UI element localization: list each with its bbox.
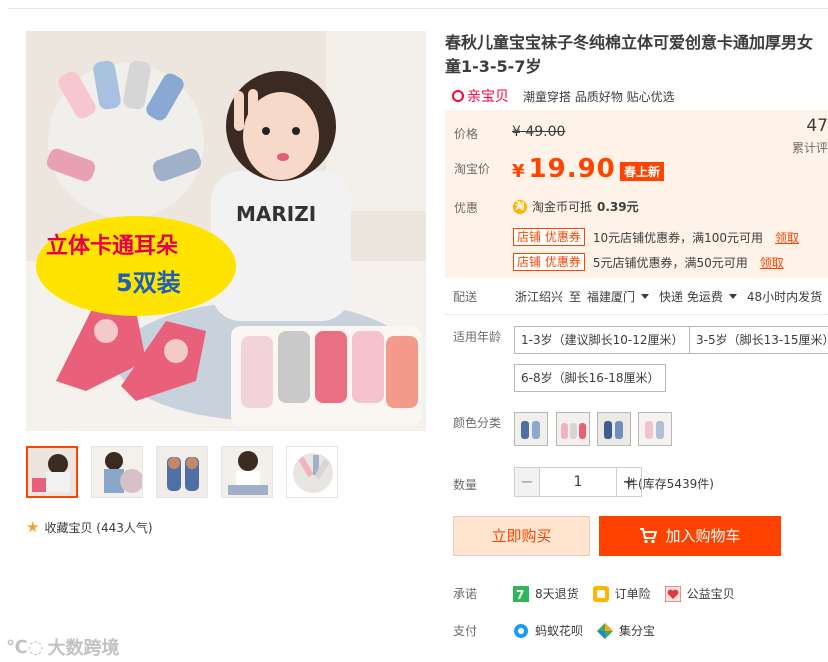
svg-text:7: 7 <box>516 588 524 602</box>
chevron-down-icon[interactable] <box>728 294 737 299</box>
payment-label: 支付 <box>453 624 478 638</box>
sales-label: 累计评 <box>791 141 828 155</box>
jifenbao-icon <box>597 622 614 639</box>
taobao-price-value: 19.90 <box>528 154 616 184</box>
watermark: ℃◌ 大数跨境 <box>6 634 120 660</box>
ship-timing: 48小时内发货 <box>746 290 823 304</box>
thumbnail-5[interactable] <box>286 446 338 498</box>
add-to-cart-button[interactable]: 加入购物车 <box>599 516 781 556</box>
buy-now-button[interactable]: 立即购买 <box>453 516 590 556</box>
sales-count: 47 <box>806 116 828 136</box>
thumbnail-3[interactable] <box>156 446 208 498</box>
thumbnail-1[interactable] <box>26 446 78 498</box>
charity-label: 公益宝贝 <box>686 587 735 601</box>
brand-tags: 亲宝贝 潮童穿搭 品质好物 贴心优选 <box>452 86 675 106</box>
age-option-1[interactable]: 1-3岁（建议脚长10-12厘米） <box>514 326 691 354</box>
thumbnail-4[interactable] <box>221 446 273 498</box>
claim-coupon-link[interactable]: 领取 <box>775 229 799 246</box>
promo-count: 5双装 <box>116 269 181 297</box>
order-insurance-label: 订单险 <box>614 587 651 601</box>
promo-text: 立体卡通耳朵 <box>46 233 178 259</box>
jifenbao-label: 集分宝 <box>619 624 656 638</box>
chevron-down-icon[interactable] <box>641 294 650 299</box>
original-price: ¥ 49.00 <box>512 124 566 140</box>
quantity-input[interactable]: 1 <box>540 467 616 497</box>
delivery-from: 浙江绍兴 <box>515 290 564 304</box>
return-policy[interactable]: 7 8天退货 <box>513 585 579 602</box>
add-to-cart-label: 加入购物车 <box>665 527 741 545</box>
color-label: 颜色分类 <box>453 416 502 430</box>
payment-row: 支付 蚂蚁花呗 集分宝 <box>453 622 669 639</box>
shop-coupon-tag: 店铺 优惠券 <box>513 253 585 271</box>
thumbnail-strip <box>26 446 338 498</box>
order-insurance[interactable]: 订单险 <box>592 585 651 602</box>
age-option-2[interactable]: 3-5岁（脚长13-15厘米） <box>689 326 828 354</box>
delivery-label: 配送 <box>453 290 478 304</box>
coin-icon: 淘 <box>513 199 527 214</box>
quantity-decrease-button[interactable]: − <box>514 467 540 497</box>
delivery-destination[interactable]: 福建厦门 <box>587 288 635 305</box>
star-icon: ★ <box>26 518 40 536</box>
top-divider <box>8 8 828 9</box>
search-icon <box>452 90 464 102</box>
color-option-1[interactable] <box>514 412 548 446</box>
original-price-label: 价格 <box>454 127 479 141</box>
quantity-stepper: − 1 + <box>514 467 642 497</box>
charity-item[interactable]: 公益宝贝 <box>664 585 735 602</box>
charity-heart-icon <box>664 585 681 602</box>
jifenbao-payment[interactable]: 集分宝 <box>597 622 655 639</box>
huabei-payment[interactable]: 蚂蚁花呗 <box>513 622 583 639</box>
currency-symbol: ¥ <box>512 161 525 182</box>
color-option-3[interactable] <box>597 412 631 446</box>
product-title: 春秋儿童宝宝袜子冬纯棉立体可爱创意卡通加厚男女童1-3-5-7岁 <box>445 33 814 76</box>
stock-info: 件(库存5439件) <box>626 477 714 491</box>
discount-label: 优惠 <box>454 201 479 215</box>
coupon-row-2: 店铺 优惠券 5元店铺优惠券，满50元可用 领取 <box>513 253 784 271</box>
qinbaobei-badge[interactable]: 亲宝贝 <box>452 86 509 106</box>
product-page: MARIZI 立体卡通耳朵 5双装 ★ 收藏宝贝 (443人气) 春秋儿童宝宝袜… <box>0 0 828 662</box>
coin-value: 0.39元 <box>597 200 639 214</box>
service-promise-row: 承诺 7 8天退货 订单险 公益宝贝 <box>453 585 749 602</box>
delivery-to-word: 至 <box>569 290 582 304</box>
divider <box>445 314 828 315</box>
watermark-logo-icon: ℃◌ <box>6 636 44 658</box>
cart-icon <box>640 528 658 544</box>
main-product-image[interactable]: MARIZI 立体卡通耳朵 5双装 <box>26 31 426 431</box>
qinbaobei-label: 亲宝贝 <box>467 89 509 105</box>
taobao-price-label: 淘宝价 <box>454 162 491 176</box>
huabei-label: 蚂蚁花呗 <box>535 624 584 638</box>
age-option-3[interactable]: 6-8岁（脚长16-18厘米） <box>514 364 667 392</box>
color-option-4[interactable] <box>638 412 672 446</box>
coupon-text: 5元店铺优惠券，满50元可用 <box>592 255 748 270</box>
taobao-coin-row: 淘 淘金币可抵 0.39元 <box>513 198 639 215</box>
seven-day-return-icon: 7 <box>513 585 529 602</box>
color-option-2[interactable] <box>556 412 590 446</box>
coin-text: 淘金币可抵 <box>532 200 593 214</box>
claim-coupon-link[interactable]: 领取 <box>760 254 784 271</box>
coupon-row-1: 店铺 优惠券 10元店铺优惠券，满100元可用 领取 <box>513 228 799 246</box>
shipping-method[interactable]: 快递 免运费 <box>659 288 723 305</box>
quantity-label: 数量 <box>453 478 478 492</box>
watermark-text: 大数跨境 <box>47 638 120 659</box>
tags-text: 潮童穿搭 品质好物 贴心优选 <box>523 89 675 104</box>
promise-label: 承诺 <box>453 587 478 601</box>
favorite-label: 收藏宝贝 (443人气) <box>44 521 153 535</box>
coupon-text: 10元店铺优惠券，满100元可用 <box>592 230 764 245</box>
delivery-row: 配送 浙江绍兴 至 福建厦门 快递 免运费 48小时内发货 <box>453 288 822 305</box>
thumbnail-2[interactable] <box>91 446 143 498</box>
shop-coupon-tag: 店铺 优惠券 <box>513 228 585 246</box>
age-label: 适用年龄 <box>453 330 502 344</box>
return-policy-label: 8天退货 <box>535 587 579 601</box>
new-arrival-badge: 春上新 <box>620 162 665 181</box>
taobao-price: ¥ 19.90 <box>512 154 616 184</box>
huabei-icon <box>514 623 528 638</box>
insurance-icon <box>592 585 609 602</box>
price-panel: 价格 ¥ 49.00 47 累计评 淘宝价 ¥ 19.90 春上新 优惠 淘 淘… <box>445 110 828 278</box>
favorite-item[interactable]: ★ 收藏宝贝 (443人气) <box>26 519 153 536</box>
svg-text:MARIZI: MARIZI <box>236 202 316 226</box>
main-image-illustration: MARIZI 立体卡通耳朵 5双装 <box>26 31 426 431</box>
